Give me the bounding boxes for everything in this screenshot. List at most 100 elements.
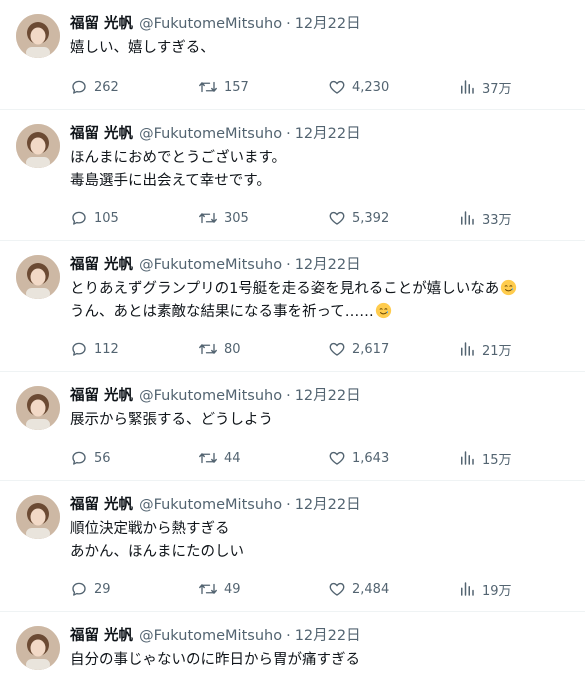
tweet-header: 福留 光帆 @FukutomeMitsuho · 12月22日 (70, 386, 361, 406)
tweet[interactable]: 福留 光帆 @FukutomeMitsuho · 12月22日 とりあえずグラン… (0, 241, 585, 372)
tweet-text: とりあえずグランプリの1号艇を走る姿を見れることが嬉しいなあ うん、あとは素敵な… (70, 278, 517, 324)
view-count: 19万 (482, 583, 512, 599)
tweet-actions: 105 305 5,392 33万 (70, 208, 530, 228)
views-button[interactable]: 21万 (458, 339, 512, 359)
avatar[interactable] (16, 124, 60, 168)
like-button[interactable]: 2,484 (328, 579, 389, 599)
tweet-text: 自分の事じゃないのに昨日から胃が痛すぎる (70, 649, 360, 672)
views-button[interactable]: 37万 (458, 77, 512, 97)
like-count: 2,617 (352, 341, 390, 357)
reply-icon (72, 451, 86, 465)
like-button[interactable]: 1,643 (328, 448, 389, 468)
like-count: 2,484 (352, 581, 390, 597)
separator-dot: · (286, 497, 291, 513)
tweet-text-segment: とりあえずグランプリの1号艇を走る姿を見れることが嬉しいなあ (70, 281, 500, 297)
tweet-date[interactable]: 12月22日 (295, 255, 361, 275)
tweet[interactable]: 福留 光帆 @FukutomeMitsuho · 12月22日 展示から緊張する… (0, 372, 585, 481)
avatar[interactable] (16, 255, 60, 299)
author-name[interactable]: 福留 光帆 (70, 386, 133, 406)
tweet-date[interactable]: 12月22日 (295, 14, 361, 34)
heart-icon (329, 211, 345, 225)
avatar[interactable] (16, 386, 60, 430)
separator-dot: · (286, 126, 291, 142)
tweet-text-line: 展示から緊張する、どうしよう (70, 412, 273, 428)
heart-icon (329, 342, 345, 356)
tweet-text-line: あかん、ほんまにたのしい (70, 544, 244, 560)
tweet-actions: 56 44 1,643 15万 (70, 448, 530, 468)
tweet-text: 嬉しい、嬉しすぎる、 (70, 37, 215, 60)
like-count: 5,392 (352, 210, 390, 226)
reply-button[interactable]: 56 (70, 448, 111, 468)
tweet-header: 福留 光帆 @FukutomeMitsuho · 12月22日 (70, 626, 361, 646)
author-handle[interactable]: @FukutomeMitsuho (139, 386, 282, 406)
views-icon (461, 211, 474, 225)
heart-icon (329, 582, 345, 596)
views-button[interactable]: 15万 (458, 448, 512, 468)
views-button[interactable]: 33万 (458, 208, 512, 228)
retweet-button[interactable]: 49 (198, 579, 241, 599)
retweet-icon (199, 212, 217, 224)
tweet-date[interactable]: 12月22日 (295, 124, 361, 144)
smiling-face-with-tear-emoji (501, 279, 517, 296)
heart-icon (329, 80, 345, 94)
tweet-text-line: うん、あとは素敵な結果になる事を祈って…… (70, 301, 517, 324)
view-count: 33万 (482, 212, 512, 228)
avatar[interactable] (16, 626, 60, 670)
author-name[interactable]: 福留 光帆 (70, 626, 133, 646)
author-name[interactable]: 福留 光帆 (70, 255, 133, 275)
author-name[interactable]: 福留 光帆 (70, 124, 133, 144)
reply-button[interactable]: 262 (70, 77, 119, 97)
tweet[interactable]: 福留 光帆 @FukutomeMitsuho · 12月22日 ほんまにおめでと… (0, 110, 585, 241)
reply-button[interactable]: 29 (70, 579, 111, 599)
view-count: 15万 (482, 452, 512, 468)
tweet-date[interactable]: 12月22日 (295, 495, 361, 515)
retweet-button[interactable]: 157 (198, 77, 249, 97)
reply-count: 105 (94, 210, 119, 226)
avatar[interactable] (16, 495, 60, 539)
reply-button[interactable]: 112 (70, 339, 119, 359)
reply-count: 112 (94, 341, 119, 357)
reply-icon (72, 80, 86, 94)
author-handle[interactable]: @FukutomeMitsuho (139, 626, 282, 646)
author-handle[interactable]: @FukutomeMitsuho (139, 255, 282, 275)
tweet-date[interactable]: 12月22日 (295, 626, 361, 646)
tweet[interactable]: 福留 光帆 @FukutomeMitsuho · 12月22日 嬉しい、嬉しすぎ… (0, 0, 585, 110)
reply-button[interactable]: 105 (70, 208, 119, 228)
reply-icon (72, 342, 86, 356)
like-button[interactable]: 2,617 (328, 339, 389, 359)
author-name[interactable]: 福留 光帆 (70, 14, 133, 34)
like-button[interactable]: 5,392 (328, 208, 389, 228)
reply-icon (72, 582, 86, 596)
tweet-text-line: 毒島選手に出会えて幸せです。 (70, 173, 271, 189)
tweet-text-segment: うん、あとは素敵な結果になる事を祈って…… (70, 304, 374, 320)
retweet-icon (199, 583, 217, 595)
smiling-face-with-tear-emoji (375, 302, 391, 319)
tweet-text: 順位決定戦から熱すぎる あかん、ほんまにたのしい (70, 518, 244, 564)
retweet-button[interactable]: 305 (198, 208, 249, 228)
tweet-header: 福留 光帆 @FukutomeMitsuho · 12月22日 (70, 255, 361, 275)
tweet-text-line: とりあえずグランプリの1号艇を走る姿を見れることが嬉しいなあ (70, 278, 517, 301)
tweet-text: ほんまにおめでとうございます。 毒島選手に出会えて幸せです。 (70, 147, 286, 193)
retweet-count: 44 (224, 450, 241, 466)
retweet-count: 80 (224, 341, 241, 357)
tweet-text-line: 自分の事じゃないのに昨日から胃が痛すぎる (70, 652, 360, 668)
like-count: 1,643 (352, 450, 390, 466)
views-button[interactable]: 19万 (458, 579, 512, 599)
avatar[interactable] (16, 14, 60, 58)
like-button[interactable]: 4,230 (328, 77, 389, 97)
author-handle[interactable]: @FukutomeMitsuho (139, 495, 282, 515)
retweet-icon (199, 81, 217, 93)
tweet-date[interactable]: 12月22日 (295, 386, 361, 406)
views-icon (461, 582, 474, 596)
tweet[interactable]: 福留 光帆 @FukutomeMitsuho · 12月22日 順位決定戦から熱… (0, 481, 585, 612)
separator-dot: · (286, 16, 291, 32)
separator-dot: · (286, 628, 291, 644)
separator-dot: · (286, 388, 291, 404)
author-handle[interactable]: @FukutomeMitsuho (139, 124, 282, 144)
tweet[interactable]: 福留 光帆 @FukutomeMitsuho · 12月22日 自分の事じゃない… (0, 612, 585, 688)
retweet-button[interactable]: 80 (198, 339, 241, 359)
tweet-text: 展示から緊張する、どうしよう (70, 409, 273, 432)
author-handle[interactable]: @FukutomeMitsuho (139, 14, 282, 34)
retweet-button[interactable]: 44 (198, 448, 241, 468)
author-name[interactable]: 福留 光帆 (70, 495, 133, 515)
